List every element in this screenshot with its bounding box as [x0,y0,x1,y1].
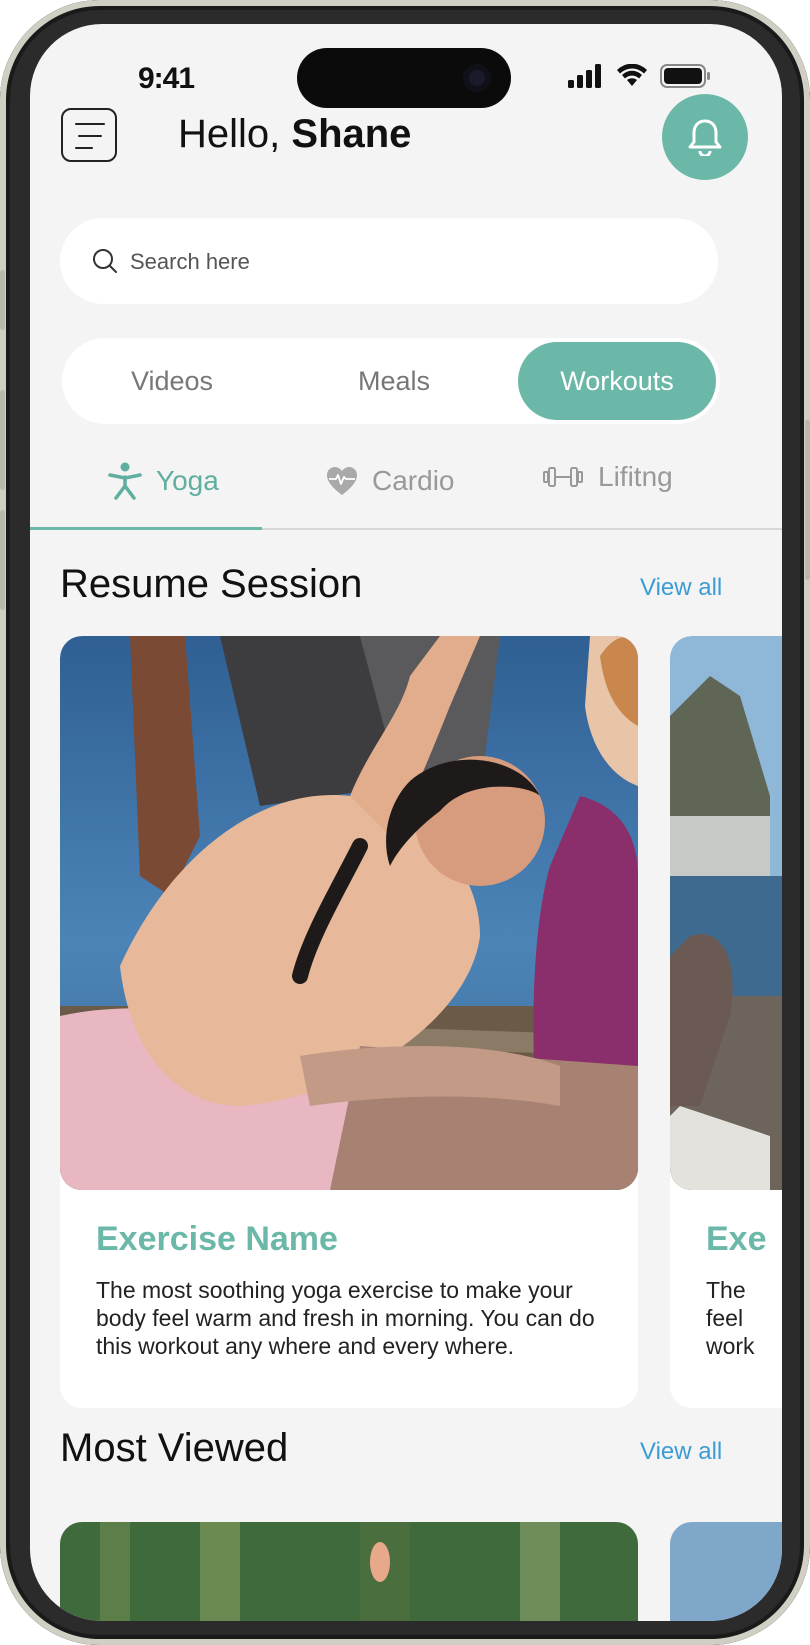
tab-lifting[interactable]: Lifitng [542,448,673,506]
side-button [0,390,5,490]
greeting-prefix: Hello, [178,112,292,156]
most-viewed-section-title: Most Viewed [60,1426,289,1470]
yoga-photo-image [60,636,638,1190]
battery-icon [660,64,710,88]
bell-icon [688,119,722,156]
exercise-card[interactable]: Exe The feel work [670,636,782,1408]
most-viewed-photo [60,1522,638,1621]
dumbbell-icon [543,467,583,487]
menu-button[interactable] [61,108,117,162]
card-title: Exercise Name [96,1220,338,1258]
card-description: The feel work [706,1277,755,1359]
tab-label: Lifitng [598,461,673,492]
side-button [0,510,5,610]
greeting: Hello, Shane [178,112,411,157]
yoga-photo-image [670,636,782,1190]
wifi-icon [617,64,647,86]
exercise-photo [60,636,638,1190]
most-viewed-card[interactable] [60,1522,638,1621]
status-time: 9:41 [138,62,195,95]
heart-pulse-icon [327,467,357,495]
search-input[interactable] [128,242,692,282]
most-viewed-card[interactable] [670,1522,782,1621]
dynamic-island [297,48,511,108]
menu-line [75,123,105,125]
category-tabs: Yoga Cardio Lifitng [30,452,782,522]
tab-cardio[interactable]: Cardio [326,452,454,510]
card-title: Exe [706,1220,767,1258]
segment-workouts[interactable]: Workouts [518,342,716,420]
app-screen: 9:41 Hello, Shane Search here Videos Mea… [30,24,782,1621]
tab-label: Yoga [156,465,219,496]
search-bar[interactable] [60,218,718,304]
segment-meals[interactable]: Meals [294,342,494,420]
segment-videos[interactable]: Videos [72,342,272,420]
user-name: Shane [291,112,412,156]
most-viewed-view-all-link[interactable]: View all [640,1438,722,1466]
exercise-card[interactable]: Exercise Name The most soothing yoga exe… [60,636,638,1408]
tab-label: Cardio [372,465,455,496]
exercise-photo [670,636,782,1190]
menu-line [75,147,93,149]
resume-section-title: Resume Session [60,562,363,606]
camera-icon [463,64,491,92]
status-icons [568,64,712,88]
notification-button[interactable] [662,94,748,180]
side-button [0,270,5,330]
menu-line [78,135,102,137]
resume-view-all-link[interactable]: View all [640,574,722,602]
card-description: The most soothing yoga exercise to make … [96,1277,595,1359]
signal-icon [568,64,601,88]
most-viewed-photo [670,1522,782,1621]
active-tab-indicator [30,527,262,530]
yoga-person-icon [108,462,142,500]
search-icon [93,249,117,273]
tab-yoga[interactable]: Yoga [108,452,219,510]
content-type-switch: Videos Meals Workouts [62,338,720,424]
side-button [805,420,810,580]
